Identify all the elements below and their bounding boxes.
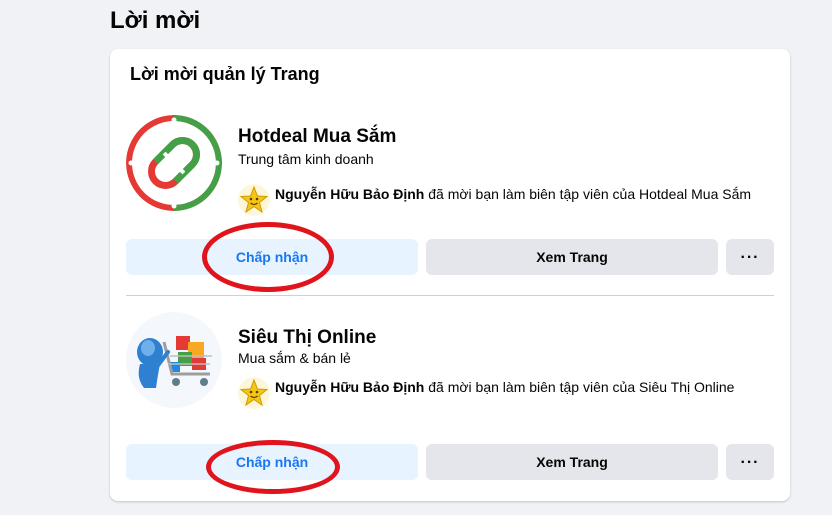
view-page-button[interactable]: Xem Trang xyxy=(426,239,718,275)
more-dots-icon: ··· xyxy=(740,454,760,471)
inviter-avatar[interactable] xyxy=(238,184,270,216)
invite-message-text: đã mời bạn làm biên tập viên của Siêu Th… xyxy=(424,379,735,395)
page-category: Mua sắm & bán lẻ xyxy=(238,350,351,366)
accept-button[interactable]: Chấp nhận xyxy=(126,444,418,480)
invite-message: Nguyễn Hữu Bảo Định đã mời bạn làm biên … xyxy=(275,377,774,397)
inviter-name[interactable]: Nguyễn Hữu Bảo Định xyxy=(275,186,424,202)
accept-button[interactable]: Chấp nhận xyxy=(126,239,418,275)
more-dots-icon: ··· xyxy=(740,249,760,266)
page-invites-card: Lời mời quản lý Trang Hotdeal Mua Sắm Tr… xyxy=(110,49,790,501)
more-options-button[interactable]: ··· xyxy=(726,444,774,480)
invite-item-hotdeal: Hotdeal Mua Sắm Trung tâm kinh doanh Ngu… xyxy=(126,115,774,282)
card-title: Lời mời quản lý Trang xyxy=(130,64,320,84)
hotdeal-logo-icon[interactable] xyxy=(126,115,222,211)
page-title: Lời mời xyxy=(110,7,201,34)
page-name[interactable]: Siêu Thị Online xyxy=(238,326,376,350)
view-page-button[interactable]: Xem Trang xyxy=(426,444,718,480)
shopping-cart-icon[interactable] xyxy=(126,312,222,408)
invite-message: Nguyễn Hữu Bảo Định đã mời bạn làm biên … xyxy=(275,184,774,204)
invite-item-sieu-thi-online: Siêu Thị Online Mua sắm & bán lẻ Nguyễn … xyxy=(126,312,774,480)
invite-message-text: đã mời bạn làm biên tập viên của Hotdeal… xyxy=(424,186,752,202)
page-category: Trung tâm kinh doanh xyxy=(238,151,374,167)
more-options-button[interactable]: ··· xyxy=(726,239,774,275)
page-name[interactable]: Hotdeal Mua Sắm xyxy=(238,125,396,149)
inviter-name[interactable]: Nguyễn Hữu Bảo Định xyxy=(275,379,424,395)
divider xyxy=(126,295,774,296)
inviter-avatar[interactable] xyxy=(238,377,270,409)
